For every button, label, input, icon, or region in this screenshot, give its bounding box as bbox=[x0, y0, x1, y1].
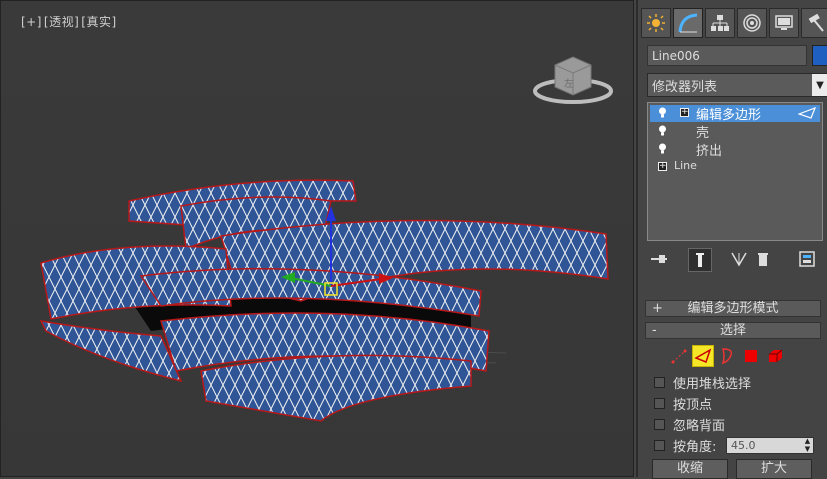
angle-spinner[interactable]: ▲ ▼ bbox=[802, 437, 813, 454]
perspective-viewport[interactable]: [+] [透视] [真实] 左 bbox=[0, 0, 634, 477]
pin-icon bbox=[651, 255, 667, 263]
pillar-icon bbox=[696, 253, 704, 267]
stack-item-label: Line bbox=[674, 159, 697, 172]
display-tab[interactable] bbox=[769, 8, 799, 38]
by-angle-checkbox[interactable] bbox=[654, 439, 665, 451]
stack-item-label: 挤出 bbox=[696, 144, 723, 159]
hierarchy-tab[interactable] bbox=[705, 8, 735, 38]
angle-value-field[interactable] bbox=[726, 437, 814, 454]
by-vertex-checkbox[interactable] bbox=[654, 397, 665, 409]
vertex-level-button[interactable] bbox=[668, 345, 690, 367]
object-color-swatch[interactable] bbox=[812, 45, 827, 66]
by-vertex-row[interactable]: 按顶点 bbox=[654, 394, 713, 413]
stack-item-extrude[interactable]: 挤出 bbox=[650, 141, 820, 159]
lightbulb-icon[interactable] bbox=[658, 125, 667, 136]
stack-item-shell[interactable]: 壳 bbox=[650, 123, 820, 141]
edge-icon bbox=[694, 348, 712, 363]
stack-item-line[interactable]: + Line bbox=[650, 159, 820, 176]
rollout-edit-poly-mode[interactable]: + 编辑多边形模式 bbox=[645, 300, 821, 317]
chevron-down-icon[interactable]: ▼ bbox=[812, 74, 827, 96]
motion-tab[interactable] bbox=[737, 8, 767, 38]
by-angle-row[interactable]: 按角度: bbox=[654, 436, 717, 455]
stack-item-label: 壳 bbox=[696, 126, 710, 141]
command-panel: 修改器列表 ▼ + 编辑多边形 壳 挤出 + Line bbox=[636, 0, 827, 479]
polygon-level-button[interactable] bbox=[740, 345, 762, 367]
use-stack-selection-label: 使用堆栈选择 bbox=[673, 376, 752, 392]
vertex-icon bbox=[671, 349, 687, 364]
object-name-field[interactable] bbox=[647, 45, 807, 66]
motion-icon bbox=[743, 14, 761, 32]
stack-item-edit-poly[interactable]: + 编辑多边形 bbox=[650, 105, 820, 123]
edge-level-button[interactable] bbox=[692, 345, 714, 367]
polygon-icon bbox=[745, 350, 757, 362]
ignore-backfacing-label: 忽略背面 bbox=[673, 418, 726, 434]
make-unique-button[interactable] bbox=[728, 248, 750, 270]
arc-icon bbox=[678, 13, 698, 33]
rollout-title: 选择 bbox=[719, 323, 746, 338]
border-level-button[interactable] bbox=[716, 345, 738, 367]
modify-tab[interactable] bbox=[673, 8, 703, 38]
stack-toolbar bbox=[648, 248, 826, 272]
ignore-backfacing-row[interactable]: 忽略背面 bbox=[654, 415, 726, 434]
rollout-selection[interactable]: - 选择 bbox=[645, 322, 821, 339]
modifier-stack[interactable]: + 编辑多边形 壳 挤出 + Line bbox=[647, 102, 823, 241]
fork-icon bbox=[731, 252, 747, 267]
trash-icon bbox=[758, 253, 768, 266]
configure-sets-button[interactable] bbox=[796, 248, 818, 270]
monitor-icon bbox=[775, 15, 793, 30]
grow-button[interactable]: 扩大 bbox=[736, 459, 812, 479]
remove-modifier-button[interactable] bbox=[752, 248, 774, 270]
by-angle-label: 按角度: bbox=[673, 439, 717, 455]
command-panel-tabs bbox=[641, 8, 827, 38]
shrink-button[interactable]: 收缩 bbox=[652, 459, 728, 479]
modifier-list-label: 修改器列表 bbox=[652, 80, 718, 95]
modifier-list-dropdown[interactable]: 修改器列表 ▼ bbox=[647, 73, 827, 97]
expand-icon[interactable]: + bbox=[680, 108, 689, 117]
lightbulb-icon[interactable] bbox=[658, 143, 667, 154]
use-stack-selection-checkbox[interactable] bbox=[654, 376, 665, 388]
expand-icon[interactable]: + bbox=[658, 162, 667, 171]
hammer-icon bbox=[808, 13, 824, 32]
ignore-backfacing-checkbox[interactable] bbox=[654, 418, 665, 430]
element-icon bbox=[769, 349, 783, 362]
border-icon bbox=[721, 348, 733, 365]
selection-triangle-icon bbox=[798, 107, 816, 119]
hierarchy-icon bbox=[711, 15, 729, 31]
utilities-tab[interactable] bbox=[801, 8, 827, 38]
scene-render bbox=[39, 179, 609, 422]
subobject-level-icons bbox=[668, 345, 818, 367]
show-end-result-button[interactable] bbox=[688, 248, 712, 272]
element-level-button[interactable] bbox=[764, 345, 786, 367]
rollout-title: 编辑多边形模式 bbox=[687, 301, 779, 316]
use-stack-selection-row[interactable]: 使用堆栈选择 bbox=[654, 373, 752, 392]
sun-icon bbox=[647, 14, 665, 32]
by-vertex-label: 按顶点 bbox=[673, 397, 713, 413]
lightbulb-icon[interactable] bbox=[658, 107, 667, 118]
configure-icon bbox=[799, 251, 815, 267]
pin-stack-button[interactable] bbox=[648, 248, 670, 270]
create-tab[interactable] bbox=[641, 8, 671, 38]
stack-item-label: 编辑多边形 bbox=[696, 108, 762, 123]
